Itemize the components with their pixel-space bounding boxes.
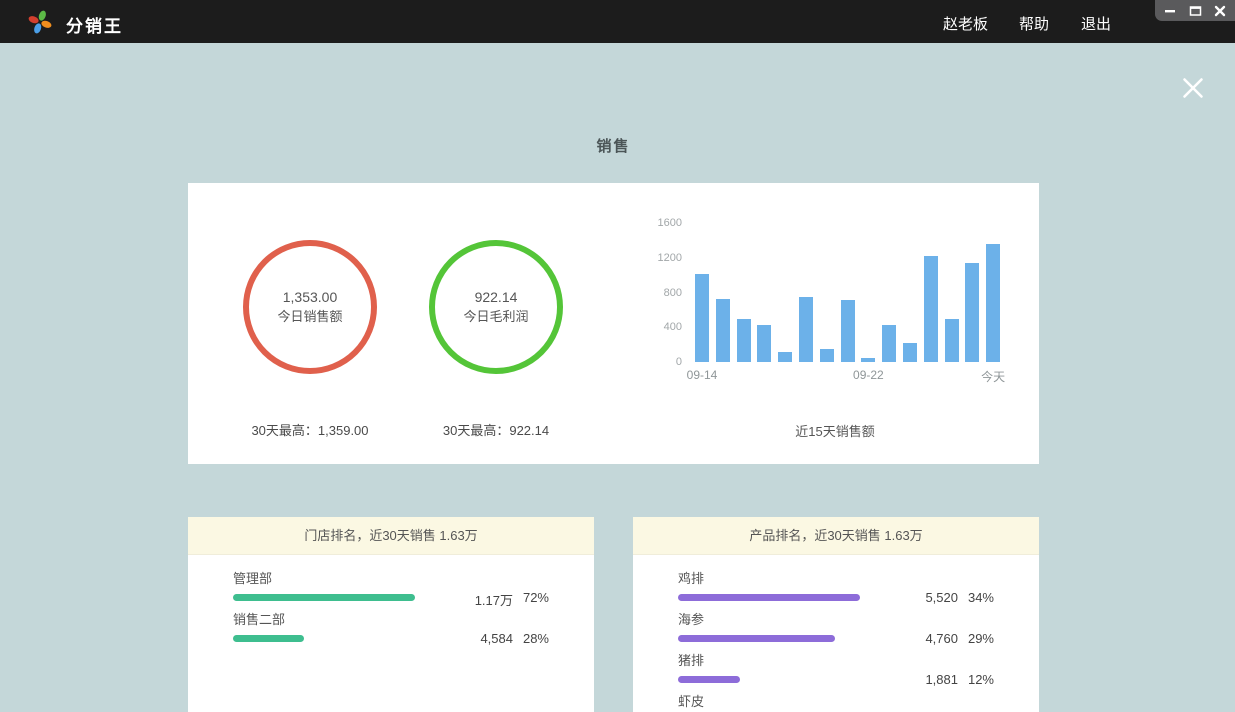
today-sales-label: 今日销售额 xyxy=(277,307,342,327)
ranking-row: 销售二部 4,584 28% xyxy=(233,612,549,652)
ranking-row-percent: 29% xyxy=(962,631,994,646)
ranking-row-label: 猪排 xyxy=(678,653,704,668)
maximize-button[interactable] xyxy=(1185,0,1205,21)
overlay-close-icon[interactable] xyxy=(1180,75,1206,101)
product-ranking-header: 产品排名，近30天销售 1.63万 xyxy=(633,517,1039,555)
ranking-row-value: 1,881 xyxy=(868,672,958,687)
y-axis-tick-label: 0 xyxy=(642,355,682,369)
sales-bar xyxy=(945,319,959,362)
y-axis-tick-label: 400 xyxy=(642,320,682,334)
profit-30day-max: 30天最高：922.14 xyxy=(416,420,576,439)
ranking-row-label: 虾皮 xyxy=(678,694,704,709)
today-profit-circle: 922.14 今日毛利润 xyxy=(429,240,563,374)
ranking-row: 鸡排 5,520 34% xyxy=(678,571,994,611)
app-title: 分销王 xyxy=(66,12,123,37)
today-sales-circle: 1,353.00 今日销售额 xyxy=(243,240,377,374)
sales-bar xyxy=(757,325,771,362)
sales-bar xyxy=(695,274,709,362)
y-axis-tick-label: 1200 xyxy=(642,251,682,265)
window-controls xyxy=(1155,0,1235,21)
sales-bar xyxy=(965,263,979,362)
y-axis-tick-label: 800 xyxy=(642,286,682,300)
ranking-row-value: 5,520 xyxy=(868,590,958,605)
ranking-row-percent: 72% xyxy=(517,590,549,605)
sales-bar xyxy=(903,343,917,362)
y-axis-tick-label: 1600 xyxy=(642,216,682,230)
x-axis-tick-label: 今天 xyxy=(963,368,1023,385)
sales-bar xyxy=(924,256,938,362)
ranking-row-percent: 28% xyxy=(517,631,549,646)
menu-help[interactable]: 帮助 xyxy=(1019,13,1049,34)
menu-user-account[interactable]: 赵老板 xyxy=(943,13,988,34)
sales-bar xyxy=(986,244,1000,362)
ranking-row-label: 销售二部 xyxy=(233,612,285,627)
today-profit-value: 922.14 xyxy=(475,287,518,307)
sales-bar xyxy=(882,325,896,362)
sales-bar xyxy=(820,349,834,362)
ranking-row: 管理部 1.17万 72% xyxy=(233,571,549,611)
ranking-progress-bar xyxy=(678,676,740,683)
menu-logout[interactable]: 退出 xyxy=(1081,13,1111,34)
ranking-row-label: 海参 xyxy=(678,612,704,627)
minimize-button[interactable] xyxy=(1160,0,1180,21)
store-ranking-header: 门店排名，近30天销售 1.63万 xyxy=(188,517,594,555)
today-profit-label: 今日毛利润 xyxy=(463,307,528,327)
sales-bar xyxy=(799,297,813,362)
ranking-progress-bar xyxy=(678,635,835,642)
x-axis-tick-label: 09-22 xyxy=(838,368,898,382)
sales-bar xyxy=(861,358,875,362)
sales-bar xyxy=(841,300,855,362)
close-button[interactable] xyxy=(1210,0,1230,21)
chart-title: 近15天销售额 xyxy=(735,421,935,440)
ranking-progress-bar xyxy=(233,594,415,601)
ranking-row-percent: 34% xyxy=(962,590,994,605)
page-title: 销售 xyxy=(188,135,1039,156)
x-axis-tick-label: 09-14 xyxy=(672,368,732,382)
ranking-progress-bar xyxy=(233,635,304,642)
ranking-row: 虾皮 xyxy=(678,694,994,712)
store-ranking-card: 门店排名，近30天销售 1.63万 管理部 1.17万 72% 销售二部 4,584 28… xyxy=(188,517,594,712)
ranking-row-percent: 12% xyxy=(962,672,994,687)
ranking-row-label: 管理部 xyxy=(233,571,272,586)
ranking-row: 海参 4,760 29% xyxy=(678,612,994,652)
store-ranking-body: 管理部 1.17万 72% 销售二部 4,584 28% xyxy=(188,555,594,652)
ranking-row-value: 1.17万 xyxy=(423,590,513,609)
today-sales-value: 1,353.00 xyxy=(283,287,338,307)
product-ranking-body: 鸡排 5,520 34% 海参 4,760 29% 猪排 1,881 12% 虾皮 xyxy=(633,555,1039,712)
sales-bar xyxy=(737,319,751,362)
sales-bar xyxy=(778,352,792,362)
ranking-row: 猪排 1,881 12% xyxy=(678,653,994,693)
ranking-progress-bar xyxy=(678,594,860,601)
sales-summary-panel: 1,353.00 今日销售额 922.14 今日毛利润 30天最高：1,359.… xyxy=(188,183,1039,464)
app-logo-pinwheel-icon xyxy=(27,8,53,36)
ranking-row-value: 4,584 xyxy=(423,631,513,646)
titlebar: 分销王 赵老板 帮助 退出 xyxy=(0,0,1235,43)
ranking-row-label: 鸡排 xyxy=(678,571,704,586)
ranking-row-value: 4,760 xyxy=(868,631,958,646)
sales-bar xyxy=(716,299,730,362)
product-ranking-card: 产品排名，近30天销售 1.63万 鸡排 5,520 34% 海参 4,760 29% 猪排… xyxy=(633,517,1039,712)
sales-30day-max: 30天最高：1,359.00 xyxy=(230,420,390,439)
